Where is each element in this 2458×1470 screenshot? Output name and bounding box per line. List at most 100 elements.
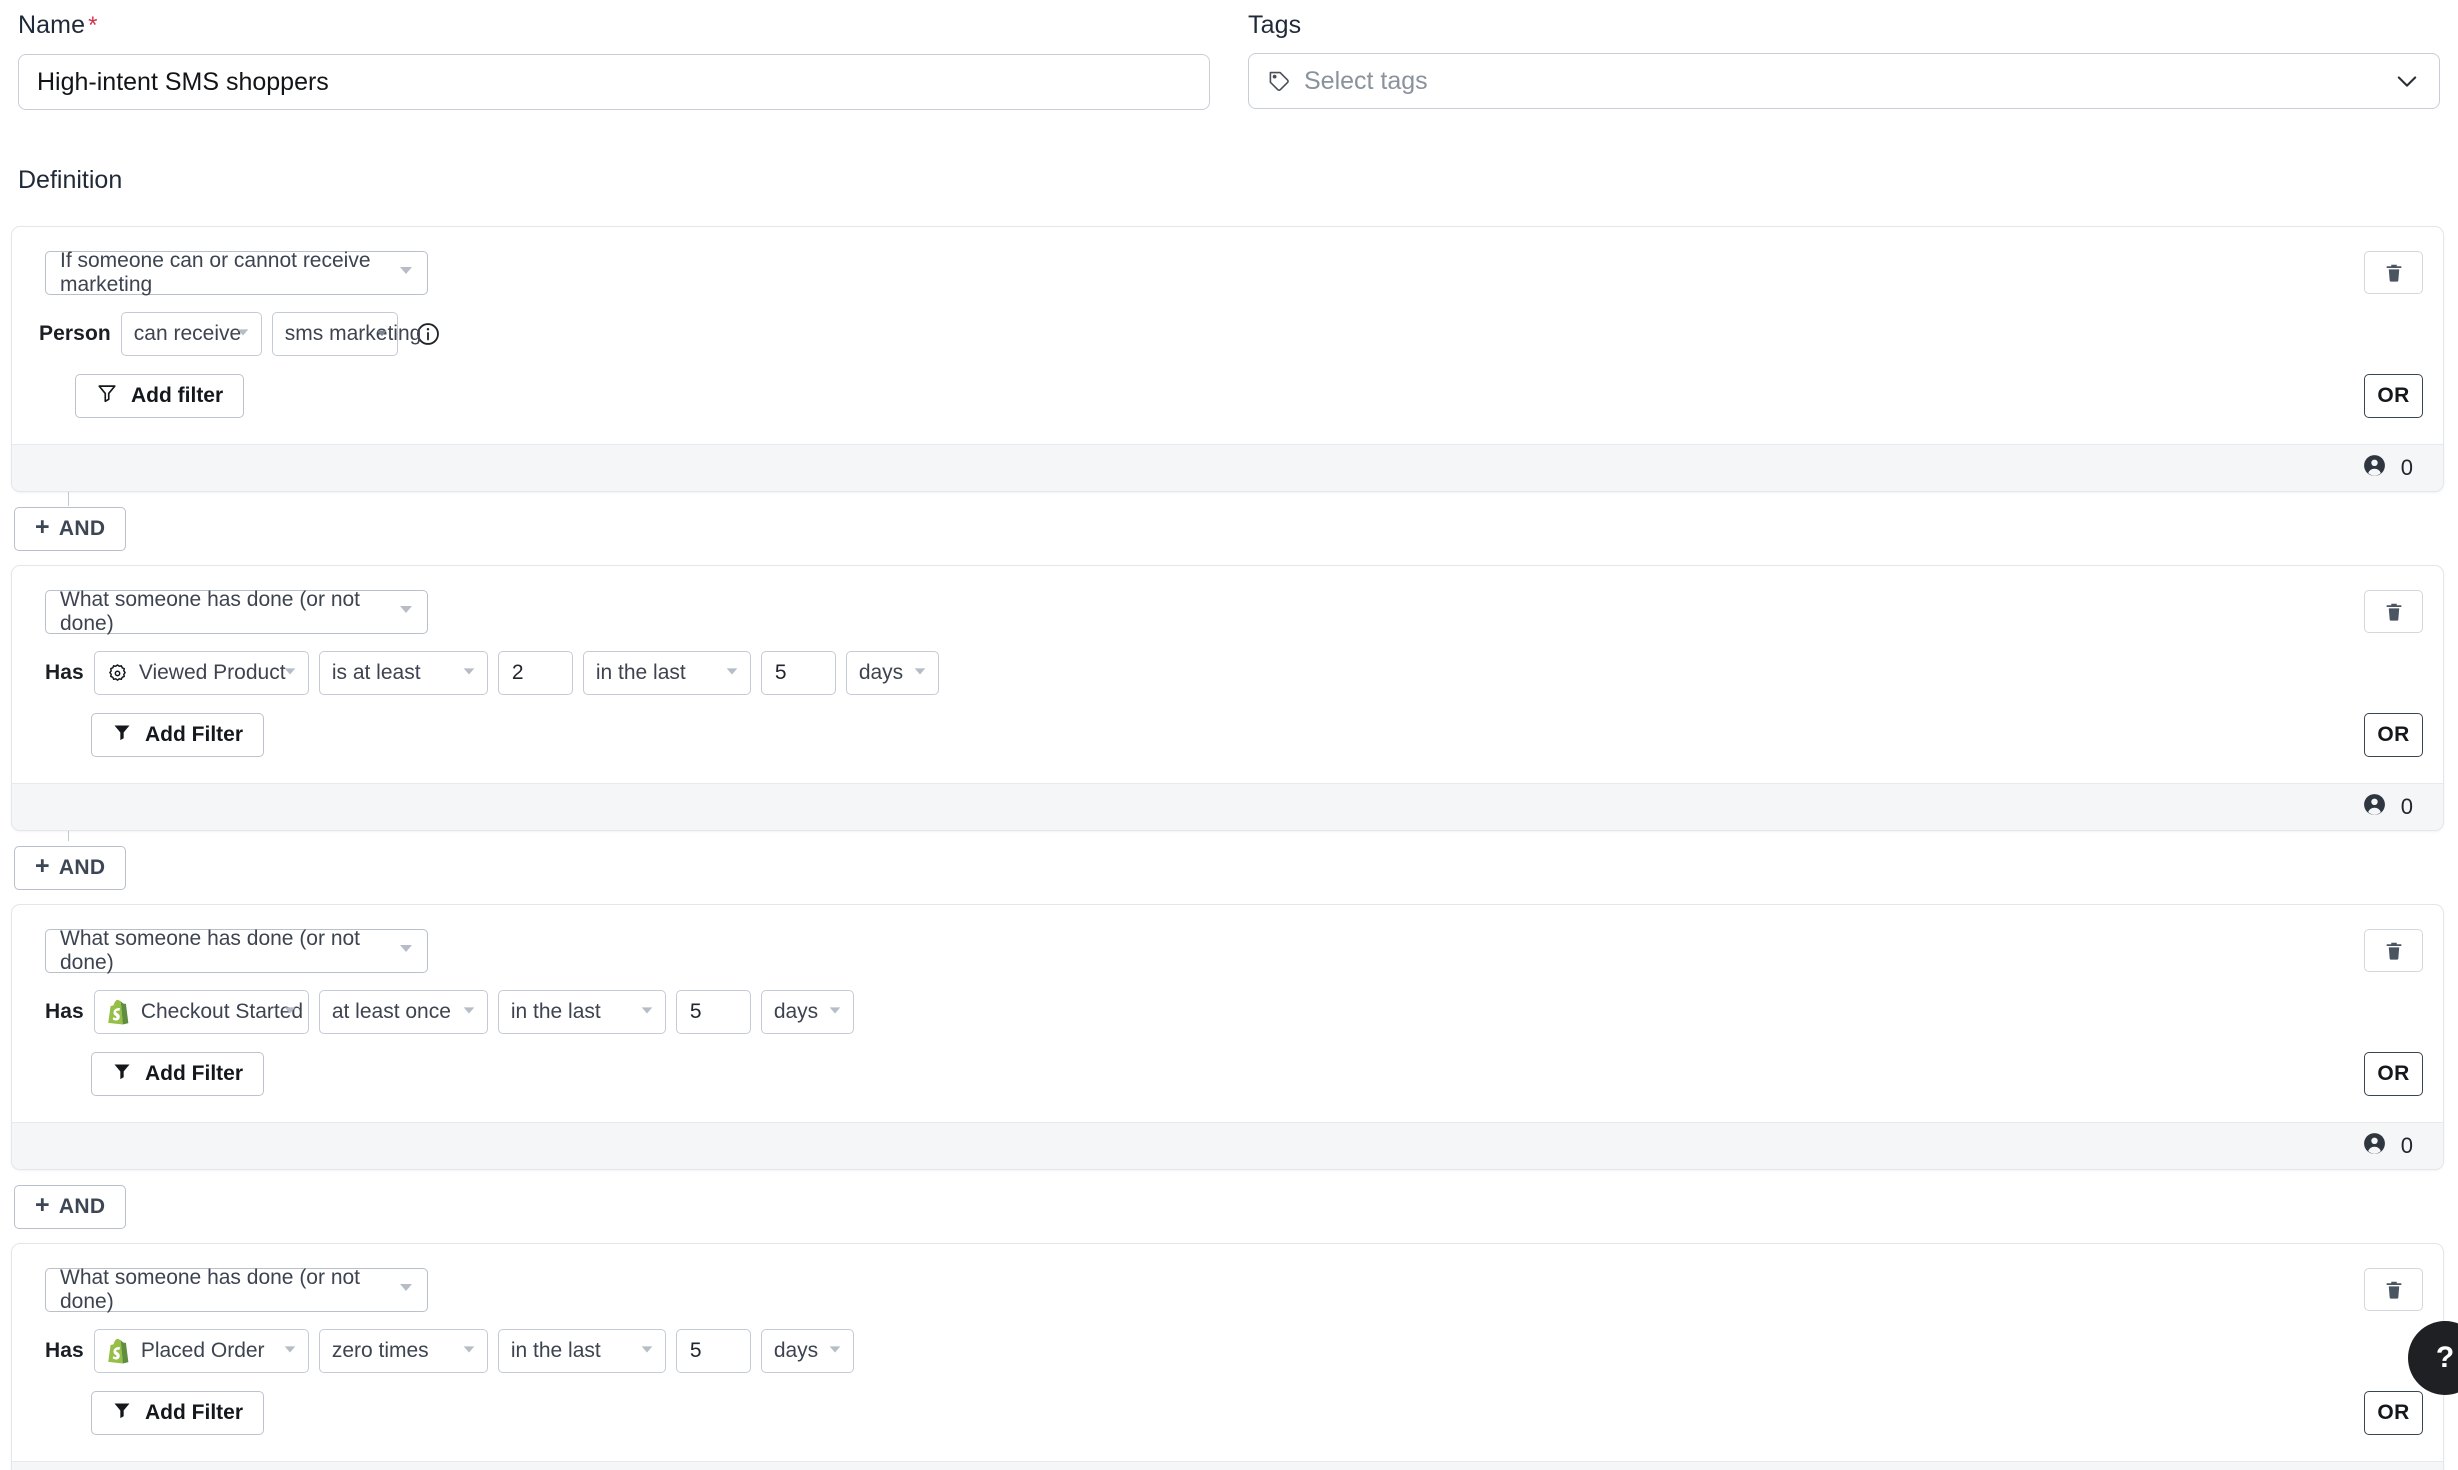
add-filter-label: Add Filter bbox=[145, 723, 243, 747]
count-value: 2 bbox=[512, 661, 524, 685]
group-footer: 0 bbox=[12, 1122, 2443, 1169]
can-receive-select[interactable]: can receive bbox=[121, 312, 262, 356]
person-icon bbox=[2362, 792, 2387, 822]
delete-group-button[interactable] bbox=[2364, 590, 2423, 633]
delete-group-button[interactable] bbox=[2364, 1268, 2423, 1311]
time-unit-value: days bbox=[859, 661, 903, 685]
add-and-button[interactable]: + AND bbox=[14, 1185, 126, 1229]
metric-select[interactable]: Viewed Product bbox=[94, 651, 309, 695]
timeframe-number-input[interactable]: 5 bbox=[676, 990, 751, 1034]
chevron-down-icon bbox=[397, 1278, 415, 1302]
condition-row: Has Viewed Product bbox=[12, 651, 2443, 695]
timeframe-value: in the last bbox=[596, 661, 686, 685]
member-count: 0 bbox=[2401, 1133, 2413, 1159]
condition-row: Person can receive sms marketing bbox=[12, 312, 2443, 356]
and-label: AND bbox=[59, 517, 105, 541]
condition-type-select[interactable]: What someone has done (or not done) bbox=[45, 1268, 428, 1312]
condition-type-select[interactable]: If someone can or cannot receive marketi… bbox=[45, 251, 428, 295]
time-unit-value: days bbox=[774, 1000, 818, 1024]
metric-select[interactable]: Placed Order bbox=[94, 1329, 309, 1373]
metric-select[interactable]: Checkout Started bbox=[94, 990, 309, 1034]
condition-builder: If someone can or cannot receive marketi… bbox=[0, 226, 2458, 1470]
timeframe-number-value: 5 bbox=[690, 1000, 702, 1024]
channel-select[interactable]: sms marketing bbox=[272, 312, 398, 356]
chevron-down-icon bbox=[397, 600, 415, 624]
timeframe-select[interactable]: in the last bbox=[498, 1329, 666, 1373]
time-unit-select[interactable]: days bbox=[761, 990, 854, 1034]
timeframe-value: in the last bbox=[511, 1339, 601, 1363]
channel-value: sms marketing bbox=[285, 322, 422, 346]
tags-field-group: Tags Select tags bbox=[1248, 10, 2440, 110]
or-button[interactable]: OR bbox=[2364, 374, 2423, 418]
segment-name-value: High-intent SMS shoppers bbox=[37, 68, 329, 97]
condition-type-value: What someone has done (or not done) bbox=[60, 927, 413, 975]
condition-group-body: What someone has done (or not done) Has bbox=[12, 1244, 2443, 1461]
timeframe-select[interactable]: in the last bbox=[498, 990, 666, 1034]
tag-icon bbox=[1267, 69, 1291, 93]
add-filter-button[interactable]: Add Filter bbox=[91, 1052, 264, 1096]
gear-icon bbox=[107, 663, 128, 684]
condition-row-label: Person bbox=[33, 322, 111, 346]
plus-icon: + bbox=[35, 1193, 50, 1218]
top-form-row: Name* High-intent SMS shoppers Tags Sele… bbox=[0, 0, 2458, 110]
delete-group-button[interactable] bbox=[2364, 929, 2423, 972]
condition-group: What someone has done (or not done) Has bbox=[11, 1243, 2444, 1470]
filter-icon bbox=[96, 382, 118, 410]
and-divider: + AND bbox=[0, 831, 2458, 904]
condition-type-select[interactable]: What someone has done (or not done) bbox=[45, 929, 428, 973]
time-unit-select[interactable]: days bbox=[846, 651, 939, 695]
operator-select[interactable]: at least once bbox=[319, 990, 488, 1034]
timeframe-number-input[interactable]: 5 bbox=[761, 651, 836, 695]
condition-group-header: What someone has done (or not done) bbox=[12, 1268, 2443, 1312]
condition-row-label: Has bbox=[33, 1000, 84, 1024]
segment-name-input[interactable]: High-intent SMS shoppers bbox=[18, 54, 1210, 110]
and-label: AND bbox=[59, 1195, 105, 1219]
required-asterisk: * bbox=[88, 12, 97, 39]
chevron-down-icon bbox=[461, 1000, 477, 1024]
or-button[interactable]: OR bbox=[2364, 1052, 2423, 1096]
add-and-button[interactable]: + AND bbox=[14, 507, 126, 551]
operator-value: at least once bbox=[332, 1000, 451, 1024]
shopify-icon bbox=[107, 1338, 130, 1364]
time-unit-value: days bbox=[774, 1339, 818, 1363]
add-filter-button[interactable]: Add filter bbox=[75, 374, 244, 418]
chevron-down-icon[interactable] bbox=[2393, 67, 2421, 95]
delete-group-button[interactable] bbox=[2364, 251, 2423, 294]
or-button[interactable]: OR bbox=[2364, 1391, 2423, 1435]
metric-value: Placed Order bbox=[141, 1339, 265, 1363]
filter-icon bbox=[112, 1400, 132, 1426]
and-divider: + AND bbox=[0, 492, 2458, 565]
trash-icon bbox=[2383, 262, 2405, 284]
time-unit-select[interactable]: days bbox=[761, 1329, 854, 1373]
plus-icon: + bbox=[35, 854, 50, 879]
add-filter-row: Add Filter OR bbox=[12, 713, 2443, 757]
condition-row: Has Checkout Started bbox=[12, 990, 2443, 1034]
condition-group-header: What someone has done (or not done) bbox=[12, 590, 2443, 634]
operator-select[interactable]: zero times bbox=[319, 1329, 488, 1373]
add-filter-row: Add Filter OR bbox=[12, 1391, 2443, 1435]
tags-select[interactable]: Select tags bbox=[1248, 53, 2440, 109]
condition-group-header: If someone can or cannot receive marketi… bbox=[12, 251, 2443, 295]
metric-value: Checkout Started bbox=[141, 1000, 303, 1024]
timeframe-select[interactable]: in the last bbox=[583, 651, 751, 695]
group-footer: 0 bbox=[12, 444, 2443, 491]
add-filter-label: Add filter bbox=[131, 384, 223, 408]
condition-group-body: If someone can or cannot receive marketi… bbox=[12, 227, 2443, 444]
add-filter-button[interactable]: Add Filter bbox=[91, 1391, 264, 1435]
plus-icon: + bbox=[35, 515, 50, 540]
condition-type-value: What someone has done (or not done) bbox=[60, 588, 413, 636]
add-and-button[interactable]: + AND bbox=[14, 846, 126, 890]
operator-select[interactable]: is at least bbox=[319, 651, 488, 695]
metric-value: Viewed Product bbox=[139, 661, 286, 685]
condition-group-body: What someone has done (or not done) Has bbox=[12, 905, 2443, 1122]
count-input[interactable]: 2 bbox=[498, 651, 573, 695]
condition-type-select[interactable]: What someone has done (or not done) bbox=[45, 590, 428, 634]
or-button[interactable]: OR bbox=[2364, 713, 2423, 757]
person-icon bbox=[2362, 453, 2387, 483]
member-count: 0 bbox=[2401, 455, 2413, 481]
add-filter-button[interactable]: Add Filter bbox=[91, 713, 264, 757]
timeframe-number-input[interactable]: 5 bbox=[676, 1329, 751, 1373]
add-filter-label: Add Filter bbox=[145, 1062, 243, 1086]
and-label: AND bbox=[59, 856, 105, 880]
condition-row-label: Has bbox=[33, 661, 84, 685]
